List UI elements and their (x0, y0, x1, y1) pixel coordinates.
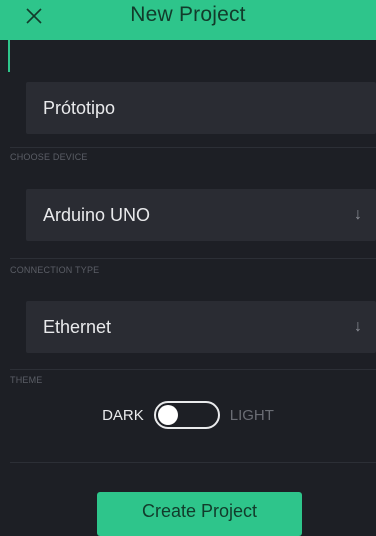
page-title: New Project (130, 3, 246, 26)
scroll-indicator (8, 40, 10, 72)
arrow-down-icon: ↓ (354, 318, 362, 335)
choose-device-label: CHOOSE DEVICE (10, 152, 88, 162)
dark-theme-label: DARK (102, 406, 144, 424)
device-select-value: Arduino UNO (43, 204, 151, 225)
divider (10, 147, 376, 148)
connection-select[interactable]: Ethernet ↓ (26, 301, 376, 353)
divider (10, 369, 376, 370)
connection-select-value: Ethernet (43, 316, 112, 337)
project-name-input[interactable]: Prótotipo (26, 82, 376, 134)
app-header: New Project (0, 0, 376, 40)
divider (10, 462, 376, 463)
connection-type-label: CONNECTION TYPE (10, 265, 100, 275)
theme-toggle[interactable] (153, 401, 220, 429)
theme-label: THEME (10, 375, 43, 385)
theme-switch-row: DARK LIGHT (0, 398, 376, 432)
device-select[interactable]: Arduino UNO ↓ (26, 189, 376, 241)
toggle-knob (157, 405, 178, 425)
create-project-button[interactable]: Create Project (97, 492, 302, 536)
project-name-value: Prótotipo (43, 97, 116, 118)
light-theme-label: LIGHT (229, 406, 274, 424)
arrow-down-icon: ↓ (354, 206, 362, 223)
divider (10, 258, 376, 259)
